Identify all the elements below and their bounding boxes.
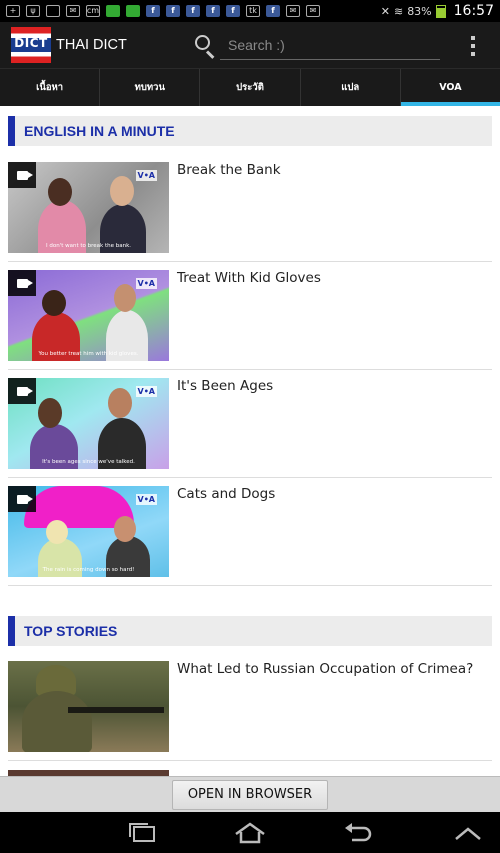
video-thumbnail[interactable]: V•A It's been ages since we've talked. <box>8 378 169 469</box>
video-thumbnail[interactable]: V•A The rain is coming down so hard! <box>8 486 169 577</box>
photo-icon <box>106 5 120 17</box>
search-box <box>193 30 440 62</box>
menu-up-icon[interactable] <box>452 821 484 845</box>
tab-review[interactable]: ทบทวน <box>100 69 201 106</box>
facebook-icon: f <box>146 5 160 17</box>
app-logo[interactable]: DICT <box>11 27 51 63</box>
video-thumbnail[interactable]: V•A I don't want to break the bank. <box>8 162 169 253</box>
notification-icons: + ψ ✉ cm f f f f f tk f ✉ ✉ <box>6 5 320 17</box>
thumbnail-figure <box>46 520 68 544</box>
facebook-icon: f <box>266 5 280 17</box>
video-caption: You better treat him with kid gloves. <box>38 351 139 357</box>
battery-icon <box>435 4 446 18</box>
logo-text: DICT <box>14 36 48 50</box>
video-caption: It's been ages since we've talked. <box>42 459 135 465</box>
thumbnail-figure <box>114 284 136 312</box>
video-caption: The rain is coming down so hard! <box>42 567 135 573</box>
list-item[interactable]: V•A It's been ages since we've talked. I… <box>8 370 492 478</box>
status-bar: + ψ ✉ cm f f f f f tk f ✉ ✉ ✕ ≋ 83% 16:5… <box>0 0 500 22</box>
item-title[interactable]: What Led to Russian Occupation of Crimea… <box>177 661 473 677</box>
facebook-icon: f <box>206 5 220 17</box>
cm-icon: cm <box>86 5 100 17</box>
thumbnail-figure <box>22 691 92 752</box>
list-item[interactable]: V•A I don't want to break the bank. Brea… <box>8 154 492 262</box>
thumbnail-figure <box>48 178 72 206</box>
story-thumbnail[interactable] <box>8 661 169 752</box>
usb-icon: ψ <box>26 5 40 17</box>
facebook-icon: f <box>166 5 180 17</box>
plus-icon: + <box>6 5 20 17</box>
item-title[interactable]: Break the Bank <box>177 162 281 178</box>
footer-bar: OPEN IN BROWSER <box>0 776 500 812</box>
tab-history[interactable]: ประวัติ <box>200 69 301 106</box>
video-icon <box>8 270 36 296</box>
video-icon <box>8 378 36 404</box>
thumbnail-figure <box>42 290 66 316</box>
list-item[interactable]: What Led to Russian Occupation of Crimea… <box>8 653 492 761</box>
message-icon <box>126 5 140 17</box>
open-in-browser-button[interactable]: OPEN IN BROWSER <box>172 779 328 810</box>
thumbnail-figure <box>108 388 132 418</box>
voa-logo: V•A <box>135 386 157 397</box>
item-title[interactable]: Treat With Kid Gloves <box>177 270 321 286</box>
tab-voa[interactable]: VOA <box>400 69 500 106</box>
mute-icon: ✕ <box>380 4 390 18</box>
facebook-icon: f <box>186 5 200 17</box>
overflow-menu-icon[interactable] <box>468 36 478 56</box>
search-input[interactable] <box>220 30 440 60</box>
clock: 16:57 <box>453 3 494 19</box>
home-icon[interactable] <box>234 821 266 845</box>
thumbnail-figure <box>38 398 62 428</box>
app-bar: DICT THAI DICT <box>0 22 500 68</box>
video-icon <box>8 486 36 512</box>
content-list[interactable]: ENGLISH IN A MINUTE V•A I don't want to … <box>0 106 500 776</box>
back-icon[interactable] <box>342 821 374 845</box>
rifle-shape <box>68 707 164 713</box>
video-thumbnail[interactable]: V•A You better treat him with kid gloves… <box>8 270 169 361</box>
tab-bar: เนื้อหา ทบทวน ประวัติ แปล VOA <box>0 68 500 106</box>
section-header-english-in-a-minute: ENGLISH IN A MINUTE <box>8 116 492 146</box>
list-item[interactable]: V•A The rain is coming down so hard! Cat… <box>8 478 492 586</box>
tab-content[interactable]: เนื้อหา <box>0 69 101 106</box>
recent-apps-icon[interactable] <box>126 821 158 845</box>
voa-logo: V•A <box>135 278 157 289</box>
mail-icon: ✉ <box>66 5 80 17</box>
facebook-icon: f <box>226 5 240 17</box>
wifi-icon: ≋ <box>393 4 404 18</box>
thumbnail-figure <box>114 516 136 542</box>
item-title[interactable]: Cats and Dogs <box>177 486 275 502</box>
search-icon[interactable] <box>193 33 219 59</box>
app-title: THAI DICT <box>56 37 127 53</box>
navigation-bar <box>0 812 500 853</box>
voa-logo: V•A <box>135 494 157 505</box>
list-item[interactable]: V•A You better treat him with kid gloves… <box>8 262 492 370</box>
tab-translate[interactable]: แปล <box>301 69 401 106</box>
thumbnail-figure <box>110 176 134 206</box>
mail-icon: ✉ <box>306 5 320 17</box>
video-caption: I don't want to break the bank. <box>45 243 132 249</box>
item-title[interactable]: It's Been Ages <box>177 378 273 394</box>
talk-icon: tk <box>246 5 260 17</box>
video-icon <box>8 162 36 188</box>
image-icon <box>46 5 60 17</box>
battery-percent: 83% <box>407 4 432 18</box>
voa-logo: V•A <box>135 170 157 181</box>
mail-icon: ✉ <box>286 5 300 17</box>
section-header-top-stories: TOP STORIES <box>8 616 492 646</box>
